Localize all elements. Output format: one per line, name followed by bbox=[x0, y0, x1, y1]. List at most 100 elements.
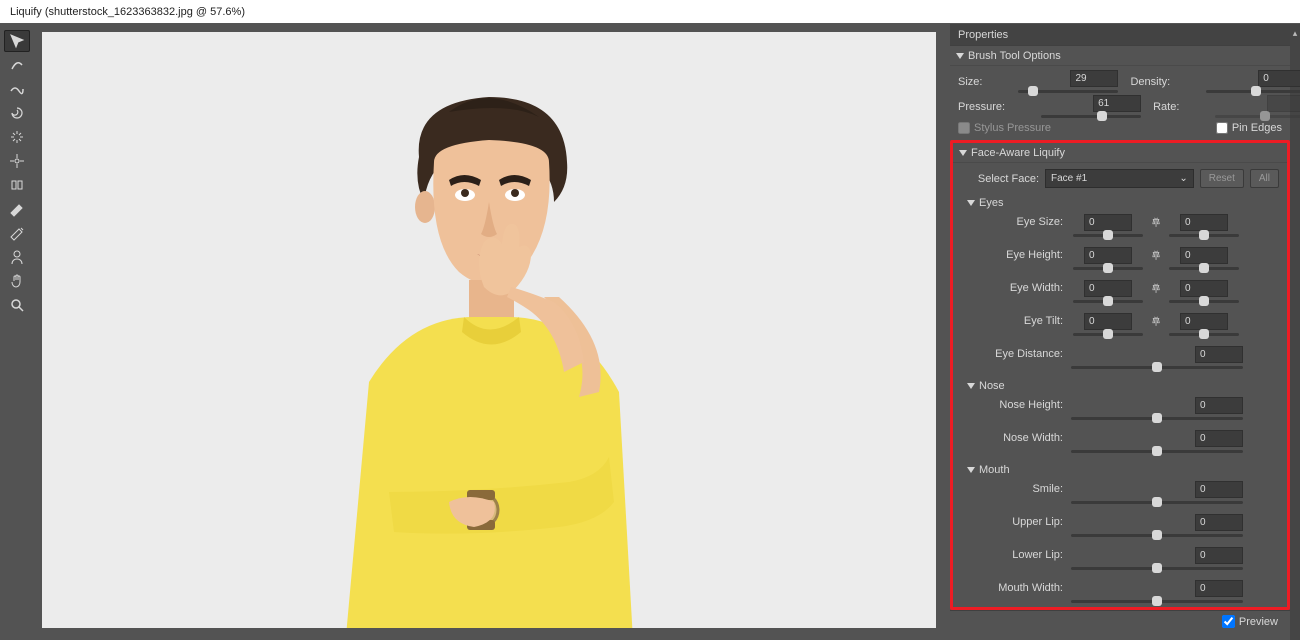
pucker-tool[interactable] bbox=[4, 126, 30, 148]
lower-lip-label: Lower Lip: bbox=[961, 547, 1069, 564]
smile-slider[interactable] bbox=[1071, 501, 1243, 504]
canvas-wrap bbox=[34, 24, 950, 640]
size-slider[interactable] bbox=[1018, 90, 1118, 93]
density-input[interactable] bbox=[1258, 70, 1300, 87]
rate-input[interactable] bbox=[1267, 95, 1300, 112]
caret-down-icon bbox=[959, 150, 967, 156]
eye-width-right-slider[interactable] bbox=[1169, 300, 1239, 303]
eye-tilt-label: Eye Tilt: bbox=[961, 313, 1069, 330]
select-face-label: Select Face: bbox=[961, 173, 1039, 185]
upper-lip-slider[interactable] bbox=[1071, 534, 1243, 537]
density-slider[interactable] bbox=[1206, 90, 1300, 93]
eye-distance-label: Eye Distance: bbox=[961, 346, 1069, 363]
rate-slider[interactable] bbox=[1215, 115, 1300, 118]
canvas[interactable] bbox=[42, 32, 936, 628]
link-icon[interactable]: 𐄷 bbox=[1151, 282, 1160, 297]
eye-size-right-input[interactable] bbox=[1180, 214, 1228, 231]
scroll-up-icon[interactable]: ▴ bbox=[1293, 28, 1298, 39]
nose-height-slider[interactable] bbox=[1071, 417, 1243, 420]
freeze-mask-tool[interactable] bbox=[4, 198, 30, 220]
mouth-width-slider[interactable] bbox=[1071, 600, 1243, 603]
eye-width-label: Eye Width: bbox=[961, 280, 1069, 297]
person-image bbox=[299, 62, 679, 628]
eye-height-right-input[interactable] bbox=[1180, 247, 1228, 264]
mouth-header[interactable]: Mouth bbox=[953, 461, 1287, 479]
thaw-mask-tool[interactable] bbox=[4, 222, 30, 244]
bloat-tool[interactable] bbox=[4, 150, 30, 172]
lower-lip-input[interactable] bbox=[1195, 547, 1243, 564]
nose-width-input[interactable] bbox=[1195, 430, 1243, 447]
nose-height-input[interactable] bbox=[1195, 397, 1243, 414]
eye-distance-slider[interactable] bbox=[1071, 366, 1243, 369]
stylus-pressure-checkbox[interactable] bbox=[958, 122, 970, 134]
link-icon[interactable]: 𐄷 bbox=[1151, 315, 1160, 330]
nose-width-label: Nose Width: bbox=[961, 430, 1069, 447]
reset-button[interactable]: Reset bbox=[1200, 169, 1244, 188]
nose-height-label: Nose Height: bbox=[961, 397, 1069, 414]
nose-width-slider[interactable] bbox=[1071, 450, 1243, 453]
select-face-dropdown[interactable]: Face #1 ⌄ bbox=[1045, 169, 1194, 188]
lower-lip-slider[interactable] bbox=[1071, 567, 1243, 570]
size-input[interactable] bbox=[1070, 70, 1118, 87]
eye-size-left-slider[interactable] bbox=[1073, 234, 1143, 237]
smooth-tool[interactable] bbox=[4, 78, 30, 100]
eye-tilt-left-input[interactable] bbox=[1084, 313, 1132, 330]
link-icon[interactable]: 𐄷 bbox=[1151, 216, 1160, 231]
eye-size-right-slider[interactable] bbox=[1169, 234, 1239, 237]
eye-width-left-slider[interactable] bbox=[1073, 300, 1143, 303]
face-aware-highlight: Face-Aware Liquify Select Face: Face #1 … bbox=[950, 140, 1290, 610]
density-label: Density: bbox=[1130, 76, 1176, 88]
eye-height-label: Eye Height: bbox=[961, 247, 1069, 264]
stylus-pressure-label: Stylus Pressure bbox=[974, 122, 1051, 134]
eyes-label: Eyes bbox=[979, 194, 1003, 212]
properties-panel: Properties Brush Tool Options Size: Dens… bbox=[950, 24, 1290, 640]
eye-height-left-input[interactable] bbox=[1084, 247, 1132, 264]
caret-down-icon bbox=[967, 383, 975, 389]
eye-distance-input[interactable] bbox=[1195, 346, 1243, 363]
window-title: Liquify (shutterstock_1623363832.jpg @ 5… bbox=[0, 0, 1300, 24]
push-left-tool[interactable] bbox=[4, 174, 30, 196]
eye-width-right-input[interactable] bbox=[1180, 280, 1228, 297]
mouth-label: Mouth bbox=[979, 461, 1010, 479]
reconstruct-tool[interactable] bbox=[4, 54, 30, 76]
face-tool[interactable] bbox=[4, 246, 30, 268]
nose-header[interactable]: Nose bbox=[953, 377, 1287, 395]
size-label: Size: bbox=[958, 76, 988, 88]
nose-label: Nose bbox=[979, 377, 1005, 395]
caret-down-icon bbox=[967, 200, 975, 206]
hand-tool[interactable] bbox=[4, 270, 30, 292]
upper-lip-input[interactable] bbox=[1195, 514, 1243, 531]
face-aware-label: Face-Aware Liquify bbox=[971, 143, 1065, 163]
pressure-label: Pressure: bbox=[958, 101, 1011, 113]
pressure-input[interactable] bbox=[1093, 95, 1141, 112]
eye-size-left-input[interactable] bbox=[1084, 214, 1132, 231]
rate-label: Rate: bbox=[1153, 101, 1185, 113]
tool-column bbox=[0, 24, 34, 640]
chevron-down-icon: ⌄ bbox=[1179, 173, 1187, 184]
pressure-slider[interactable] bbox=[1041, 115, 1141, 118]
preview-label: Preview bbox=[1239, 616, 1278, 628]
face-aware-header[interactable]: Face-Aware Liquify bbox=[953, 143, 1287, 163]
zoom-tool[interactable] bbox=[4, 294, 30, 316]
smile-input[interactable] bbox=[1195, 481, 1243, 498]
eye-height-right-slider[interactable] bbox=[1169, 267, 1239, 270]
eye-tilt-right-slider[interactable] bbox=[1169, 333, 1239, 336]
brush-options-header[interactable]: Brush Tool Options bbox=[950, 46, 1290, 66]
eye-tilt-left-slider[interactable] bbox=[1073, 333, 1143, 336]
upper-lip-label: Upper Lip: bbox=[961, 514, 1069, 531]
caret-down-icon bbox=[967, 467, 975, 473]
link-icon[interactable]: 𐄷 bbox=[1151, 249, 1160, 264]
mouth-width-input[interactable] bbox=[1195, 580, 1243, 597]
eye-tilt-right-input[interactable] bbox=[1180, 313, 1228, 330]
brush-options-label: Brush Tool Options bbox=[968, 46, 1061, 66]
pin-edges-checkbox[interactable] bbox=[1216, 122, 1228, 134]
eyes-header[interactable]: Eyes bbox=[953, 194, 1287, 212]
eye-width-left-input[interactable] bbox=[1084, 280, 1132, 297]
all-button[interactable]: All bbox=[1250, 169, 1279, 188]
twirl-tool[interactable] bbox=[4, 102, 30, 124]
eye-height-left-slider[interactable] bbox=[1073, 267, 1143, 270]
eye-size-label: Eye Size: bbox=[961, 214, 1069, 231]
preview-checkbox[interactable] bbox=[1222, 615, 1235, 628]
forward-warp-tool[interactable] bbox=[4, 30, 30, 52]
pin-edges-label: Pin Edges bbox=[1232, 122, 1282, 134]
